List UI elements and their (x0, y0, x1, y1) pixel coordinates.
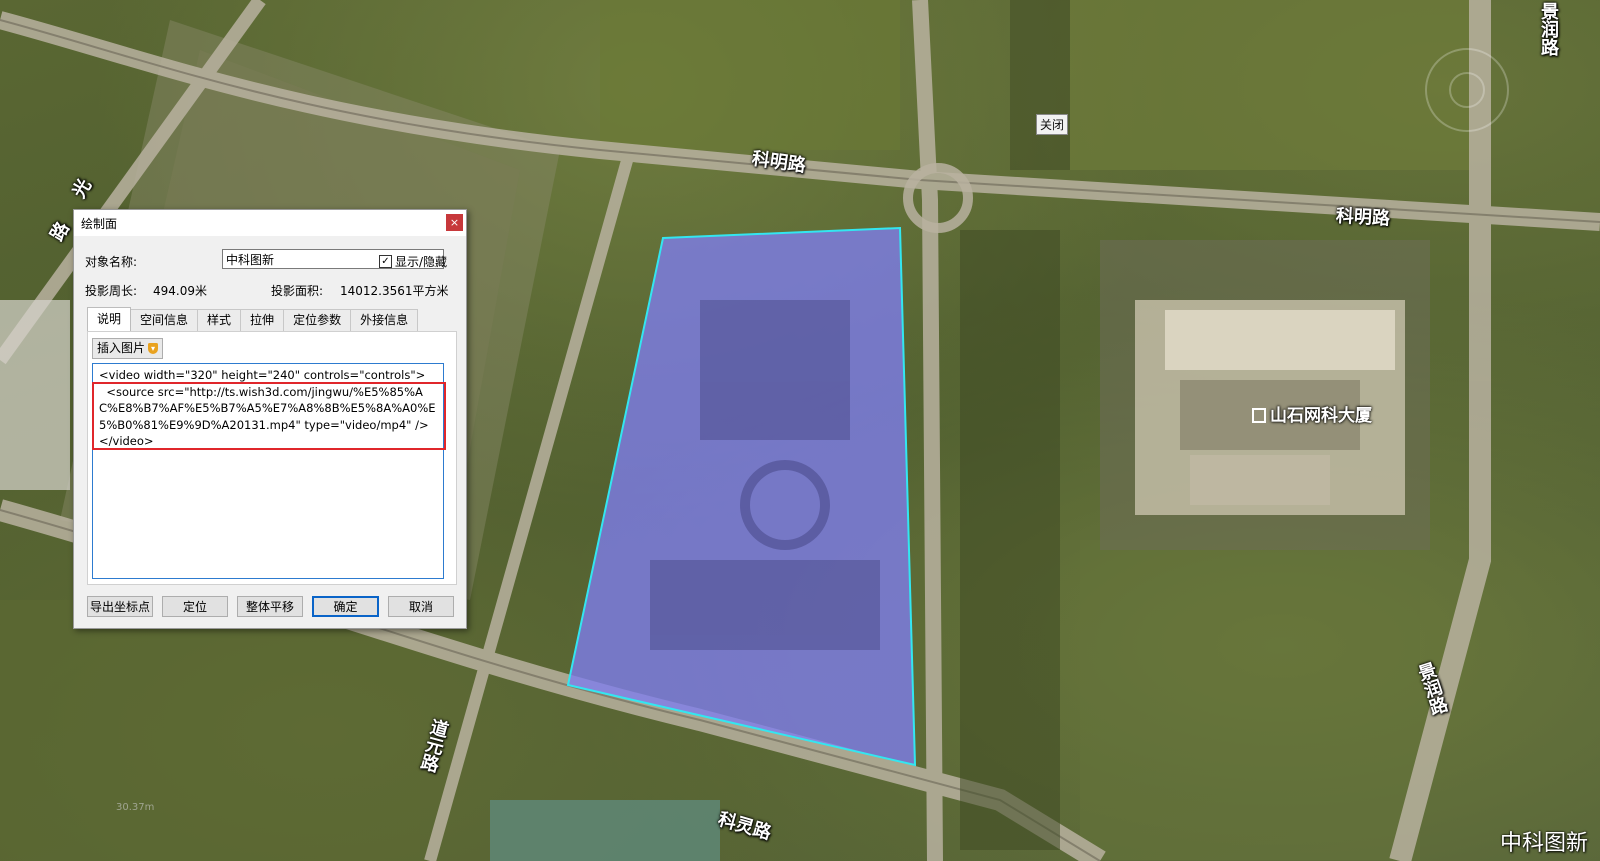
checkbox-icon: ✓ (379, 255, 392, 268)
html-editor[interactable]: <video width="320" height="240" controls… (92, 363, 444, 579)
scale-text: 30.37m (116, 802, 155, 813)
export-points-button[interactable]: 导出坐标点 (87, 596, 153, 617)
building-icon (1252, 408, 1266, 423)
poi-label[interactable]: 山石网科大厦 (1252, 401, 1372, 426)
dialog-title: 绘制面 (81, 217, 118, 231)
show-hide-checkbox[interactable]: ✓ 显示/隐藏 (379, 253, 447, 270)
close-icon[interactable]: × (446, 214, 463, 231)
translate-button[interactable]: 整体平移 (237, 596, 303, 617)
tab-location-params[interactable]: 定位参数 (283, 309, 352, 331)
cancel-button[interactable]: 取消 (388, 596, 454, 617)
area-label: 投影面积: (271, 284, 324, 298)
tab-bar: 说明 空间信息 样式 拉伸 定位参数 外接信息 (87, 307, 419, 331)
name-label: 对象名称: (85, 255, 138, 269)
perimeter-label: 投影周长: (85, 284, 138, 298)
perimeter-value: 494.09米 (153, 284, 207, 298)
road-label-jingrun-top: 景润路 (1538, 2, 1559, 56)
description-panel: 插入图片 ▾ <video width="320" height="240" c… (87, 331, 457, 585)
dialog-titlebar[interactable]: 绘制面 × (74, 210, 466, 236)
insert-image-label: 插入图片 (97, 341, 146, 355)
road-label-keming-right: 科明路 (1335, 205, 1391, 230)
tab-spatial-info[interactable]: 空间信息 (130, 309, 199, 331)
tab-external-info[interactable]: 外接信息 (350, 309, 419, 331)
watermark: 中科图新 (1499, 831, 1588, 856)
insert-image-button[interactable]: 插入图片 ▾ (92, 338, 164, 359)
tab-description[interactable]: 说明 (87, 307, 132, 331)
locate-button[interactable]: 定位 (162, 596, 228, 617)
area-value: 14012.3561平方米 (340, 284, 449, 298)
show-hide-label: 显示/隐藏 (395, 255, 448, 269)
close-tag-button[interactable]: 关闭 (1036, 114, 1069, 135)
poi-name: 山石网科大厦 (1270, 406, 1372, 426)
shield-icon: ▾ (148, 343, 159, 354)
tab-extrude[interactable]: 拉伸 (240, 309, 285, 331)
draw-polygon-dialog: 绘制面 × 对象名称: ✓ 显示/隐藏 投影周长: 494.09米 投影面积: … (73, 209, 467, 629)
ok-button[interactable]: 确定 (312, 596, 379, 617)
compass-icon[interactable] (1425, 48, 1509, 132)
tab-style[interactable]: 样式 (197, 309, 242, 331)
